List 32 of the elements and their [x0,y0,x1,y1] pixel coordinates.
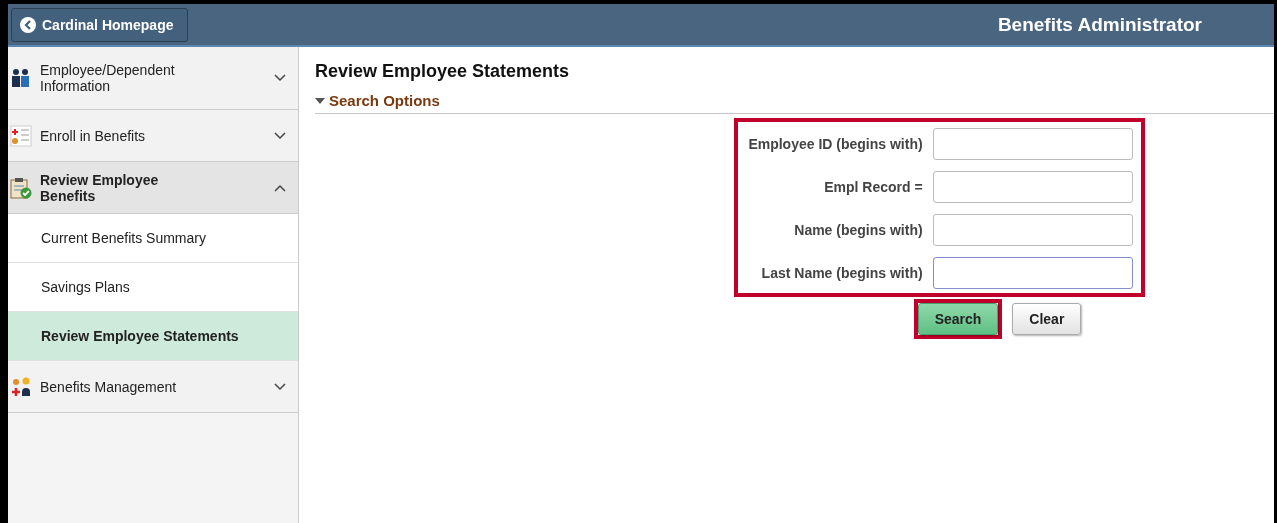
clipboard-check-icon [10,176,32,199]
field-label: Last Name (begins with) [760,265,923,281]
input-field[interactable] [932,171,1133,203]
group-label: Enroll in Benefits [40,127,147,144]
app-title: Benefits Administrator [997,13,1202,36]
chevron-down-icon [274,131,286,140]
input-field[interactable] [932,128,1133,160]
chevron-down-icon [274,74,286,82]
sidebar-item[interactable]: Current Benefits Summary [8,214,298,263]
search-options-toggle[interactable]: Search Options [315,92,1274,114]
sidebar-item[interactable]: Review Employee Statements [8,312,298,361]
input-field[interactable] [932,214,1133,246]
group-label: Review Employee Benefits [40,171,160,204]
field-label: Name (begins with) [793,222,923,238]
sidebar-group[interactable]: Review Employee Benefits [8,162,298,214]
chevron-down-icon [274,382,286,391]
chevron-up-icon [274,183,286,192]
input-field[interactable] [932,257,1133,289]
shapes-icon [10,375,32,398]
group-label: Benefits Management [40,378,178,395]
group-label: Employee/Dependent Information [40,62,176,94]
back-button[interactable]: Cardinal Homepage [11,7,189,42]
page-title: Review Employee Statements [315,61,571,82]
triangle-icon [315,96,325,105]
clear-button[interactable]: Clear [1012,303,1082,335]
back-icon [20,16,36,33]
field-label: Empl Record = [823,179,923,195]
people-icon [10,67,32,89]
field-label: Employee ID (begins with) [748,136,923,152]
search-button[interactable]: Search [917,303,999,335]
sidebar-item[interactable]: Savings Plans [8,263,298,312]
list-icon [10,124,32,147]
